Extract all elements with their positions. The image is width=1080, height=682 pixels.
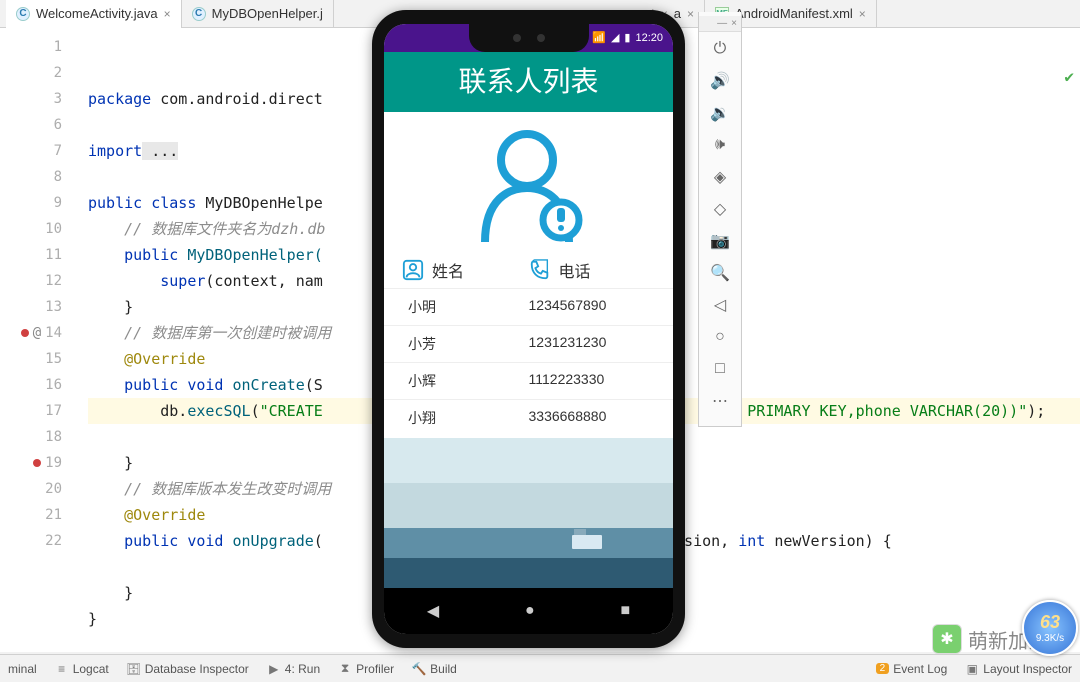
app-title: 联系人列表 <box>384 52 673 112</box>
close-icon[interactable]: × <box>859 7 866 21</box>
power-button[interactable]: ⏻ <box>703 34 737 64</box>
list-header: 姓名 电话 <box>384 252 673 288</box>
emulator-toolbar: —× ⏻ 🔊 🔉 🕪 ◈ ◇ 📷 🔍 ◁ ○ □ ⋯ <box>698 12 742 427</box>
battery-icon: ▮ <box>624 31 630 44</box>
event-log-tab[interactable]: 2Event Log <box>876 662 948 676</box>
tab-label: MyDBOpenHelper.j <box>212 6 323 21</box>
close-icon[interactable]: × <box>687 7 694 21</box>
profiler-icon: ⧗ <box>338 662 352 676</box>
profiler-tab[interactable]: ⧗Profiler <box>338 662 394 676</box>
overview-button[interactable]: □ <box>703 354 737 384</box>
nav-home-icon[interactable]: ● <box>525 602 535 620</box>
contact-row[interactable]: 小辉1112223330 <box>384 362 673 399</box>
phone-frame: 📶 ◢ ▮ 12:20 联系人列表 姓名 <box>372 10 685 648</box>
rotate-left-button[interactable]: ◈ <box>703 162 737 192</box>
nav-back-icon[interactable]: ◀ <box>427 601 439 621</box>
back-button[interactable]: ◁ <box>703 290 737 320</box>
check-icon: ✔ <box>1064 64 1074 90</box>
volume-up-button[interactable]: 🔊 <box>703 66 737 96</box>
status-icons: 📶 ◢ ▮ 12:20 <box>592 31 663 44</box>
phone-icon <box>529 259 551 281</box>
avatar-icon <box>469 124 589 244</box>
network-speed-badge: 63 9.3K/s <box>1022 600 1078 656</box>
contact-row[interactable]: 小明1234567890 <box>384 288 673 325</box>
contact-list[interactable]: 小明1234567890小芳1231231230小辉1112223330小翔33… <box>384 288 673 438</box>
zoom-button[interactable]: 🔍 <box>703 258 737 288</box>
line-gutter: 123678910111213@141516171819202122 <box>0 28 70 652</box>
column-name: 姓名 <box>402 258 529 282</box>
clock: 12:20 <box>635 32 663 44</box>
home-button[interactable]: ○ <box>703 322 737 352</box>
run-tab[interactable]: ▶4: Run <box>267 662 320 676</box>
logcat-icon: ≡ <box>55 662 69 676</box>
badge: 2 <box>876 663 890 674</box>
phone-screen[interactable]: 📶 ◢ ▮ 12:20 联系人列表 姓名 <box>384 24 673 634</box>
logcat-tab[interactable]: ≡Logcat <box>55 662 109 676</box>
nav-bar: ◀ ● ■ <box>384 588 673 634</box>
close-icon[interactable]: × <box>731 18 737 29</box>
contact-row[interactable]: 小芳1231231230 <box>384 325 673 362</box>
contact-row[interactable]: 小翔3336668880 <box>384 399 673 436</box>
java-class-icon: C <box>16 7 30 21</box>
phone-notch <box>469 24 589 52</box>
column-phone: 电话 <box>529 258 656 282</box>
bottom-toolbar: minal ≡Logcat 🗄Database Inspector ▶4: Ru… <box>0 654 1080 682</box>
wifi-icon: 📶 <box>592 31 606 44</box>
avatar-zone <box>384 112 673 252</box>
java-class-icon: C <box>192 7 206 21</box>
tab-welcome[interactable]: C WelcomeActivity.java × <box>6 0 182 28</box>
database-inspector-tab[interactable]: 🗄Database Inspector <box>127 662 249 676</box>
more-button[interactable]: ⋯ <box>703 386 737 416</box>
emulator-titlebar: —× <box>699 16 741 32</box>
tab-label: AndroidManifest.xml <box>735 6 853 21</box>
footer-image <box>384 438 673 588</box>
person-icon <box>402 259 424 281</box>
database-icon: 🗄 <box>127 662 141 676</box>
build-icon: 🔨 <box>412 662 426 676</box>
layout-icon: ▣ <box>965 662 979 676</box>
mute-button[interactable]: 🕪 <box>703 130 737 160</box>
signal-icon: ◢ <box>611 31 619 44</box>
build-tab[interactable]: 🔨Build <box>412 662 457 676</box>
volume-down-button[interactable]: 🔉 <box>703 98 737 128</box>
run-icon: ▶ <box>267 662 281 676</box>
screenshot-button[interactable]: 📷 <box>703 226 737 256</box>
tab-mydbopenhelper[interactable]: C MyDBOpenHelper.j <box>182 0 334 28</box>
emulator-window: 📶 ◢ ▮ 12:20 联系人列表 姓名 <box>372 10 685 648</box>
terminal-tab[interactable]: minal <box>8 662 37 676</box>
layout-inspector-tab[interactable]: ▣Layout Inspector <box>965 662 1072 676</box>
wechat-icon: ✱ <box>932 624 962 654</box>
tab-label: WelcomeActivity.java <box>36 6 158 21</box>
nav-recents-icon[interactable]: ■ <box>620 602 630 620</box>
close-icon[interactable]: × <box>164 7 171 21</box>
rotate-right-button[interactable]: ◇ <box>703 194 737 224</box>
minimize-icon[interactable]: — <box>717 18 727 29</box>
